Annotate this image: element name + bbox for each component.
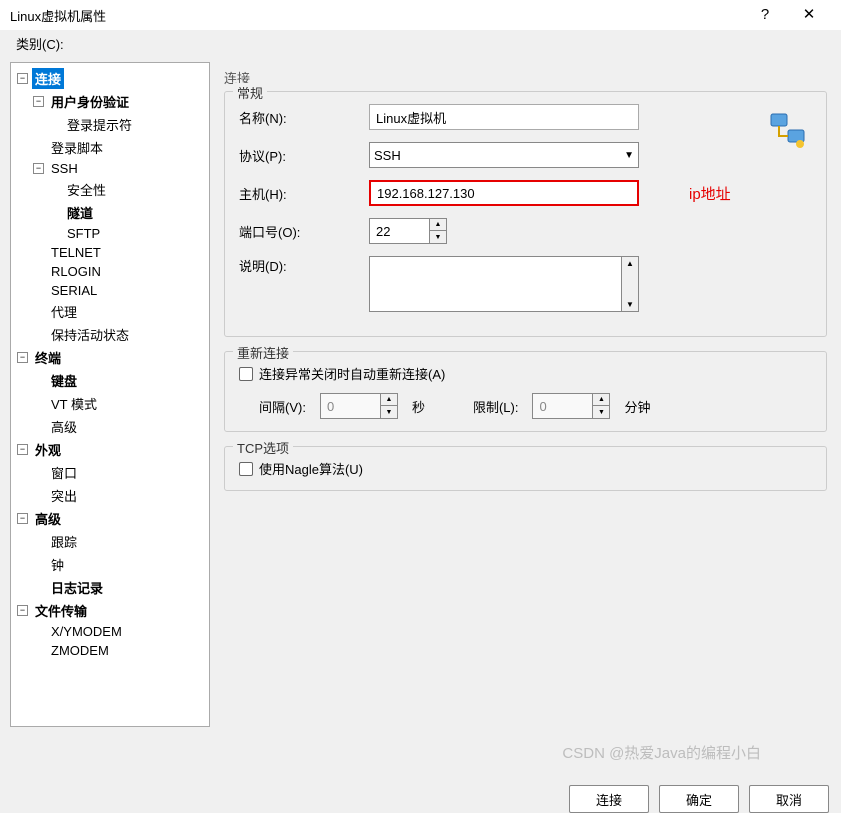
protocol-value: SSH bbox=[374, 148, 401, 163]
interval-spinner[interactable]: ▲▼ bbox=[320, 393, 398, 419]
scrollbar[interactable]: ▲▼ bbox=[621, 256, 639, 312]
general-group: 常规 名称(N): 协议(P): SSH ▼ 主机(H): ip地址 bbox=[224, 91, 827, 337]
cancel-button[interactable]: 取消 bbox=[749, 785, 829, 813]
tree-serial[interactable]: SERIAL bbox=[48, 282, 100, 299]
spin-up-icon[interactable]: ▲ bbox=[593, 394, 609, 406]
tree-zmodem[interactable]: ZMODEM bbox=[48, 642, 112, 659]
tree-xymodem[interactable]: X/YMODEM bbox=[48, 623, 125, 640]
auto-reconnect-checkbox[interactable] bbox=[239, 367, 253, 381]
interval-unit: 秒 bbox=[412, 397, 425, 416]
expander-icon[interactable]: − bbox=[17, 73, 28, 84]
spin-up-icon[interactable]: ▲ bbox=[430, 219, 446, 231]
tree-ssh[interactable]: SSH bbox=[48, 160, 81, 177]
port-label: 端口号(O): bbox=[239, 222, 369, 241]
desc-textarea[interactable] bbox=[369, 256, 621, 312]
limit-unit: 分钟 bbox=[624, 397, 650, 416]
help-button[interactable]: ? bbox=[743, 0, 787, 30]
nagle-label: 使用Nagle算法(U) bbox=[259, 459, 363, 478]
tree-telnet[interactable]: TELNET bbox=[48, 244, 104, 261]
tree-file-transfer[interactable]: 文件传输 bbox=[32, 600, 90, 621]
tree-logging[interactable]: 日志记录 bbox=[48, 577, 106, 598]
tree-user-auth[interactable]: 用户身份验证 bbox=[48, 91, 132, 112]
tcp-group: TCP选项 使用Nagle算法(U) bbox=[224, 446, 827, 491]
scroll-down-icon[interactable]: ▼ bbox=[622, 298, 638, 311]
expander-icon[interactable]: − bbox=[17, 444, 28, 455]
tree-terminal[interactable]: 终端 bbox=[32, 347, 64, 368]
limit-input[interactable] bbox=[532, 393, 592, 419]
desc-label: 说明(D): bbox=[239, 256, 369, 275]
host-input[interactable] bbox=[369, 180, 639, 206]
expander-icon[interactable]: − bbox=[17, 513, 28, 524]
tree-window[interactable]: 窗口 bbox=[48, 462, 80, 483]
tree-login-prompt[interactable]: 登录提示符 bbox=[64, 114, 135, 135]
tree-sftp[interactable]: SFTP bbox=[64, 225, 103, 242]
port-spinner[interactable]: ▲▼ bbox=[369, 218, 447, 244]
expander-icon[interactable]: − bbox=[33, 163, 44, 174]
close-button[interactable]: ✕ bbox=[787, 0, 831, 30]
tree-bell[interactable]: 钟 bbox=[48, 554, 67, 575]
expander-icon[interactable]: − bbox=[33, 96, 44, 107]
spin-down-icon[interactable]: ▼ bbox=[593, 406, 609, 418]
tree-keep-alive[interactable]: 保持活动状态 bbox=[48, 324, 132, 345]
spin-up-icon[interactable]: ▲ bbox=[381, 394, 397, 406]
tree-rlogin[interactable]: RLOGIN bbox=[48, 263, 104, 280]
limit-spinner[interactable]: ▲▼ bbox=[532, 393, 610, 419]
expander-icon[interactable]: − bbox=[17, 605, 28, 616]
spin-down-icon[interactable]: ▼ bbox=[430, 231, 446, 243]
name-input[interactable] bbox=[369, 104, 639, 130]
port-input[interactable] bbox=[369, 218, 429, 244]
network-icon bbox=[768, 110, 808, 153]
category-tree: −连接 −用户身份验证 登录提示符 登录脚本 −SSH 安全性 隧道 SFTP … bbox=[10, 62, 210, 727]
ip-annotation: ip地址 bbox=[689, 183, 731, 204]
category-label: 类别(C): bbox=[0, 30, 841, 57]
tree-advanced[interactable]: 高级 bbox=[32, 508, 64, 529]
tree-vt-mode[interactable]: VT 模式 bbox=[48, 393, 100, 414]
chevron-down-icon: ▼ bbox=[624, 150, 634, 161]
tree-tunnel[interactable]: 隧道 bbox=[64, 202, 96, 223]
name-label: 名称(N): bbox=[239, 108, 369, 127]
panel-header: 连接 bbox=[220, 62, 831, 91]
window-title: Linux虚拟机属性 bbox=[10, 6, 743, 25]
tree-appearance[interactable]: 外观 bbox=[32, 439, 64, 460]
auto-reconnect-label: 连接异常关闭时自动重新连接(A) bbox=[259, 364, 445, 383]
interval-input[interactable] bbox=[320, 393, 380, 419]
general-legend: 常规 bbox=[233, 83, 267, 102]
tree-connection[interactable]: 连接 bbox=[32, 68, 64, 89]
protocol-label: 协议(P): bbox=[239, 146, 369, 165]
tree-trace[interactable]: 跟踪 bbox=[48, 531, 80, 552]
tree-security[interactable]: 安全性 bbox=[64, 179, 109, 200]
dialog-footer: 连接 确定 取消 bbox=[0, 777, 841, 813]
tree-login-script[interactable]: 登录脚本 bbox=[48, 137, 106, 158]
reconnect-group: 重新连接 连接异常关闭时自动重新连接(A) 间隔(V): ▲▼ 秒 限制(L):… bbox=[224, 351, 827, 432]
title-bar: Linux虚拟机属性 ? ✕ bbox=[0, 0, 841, 30]
tree-highlight[interactable]: 突出 bbox=[48, 485, 80, 506]
ok-button[interactable]: 确定 bbox=[659, 785, 739, 813]
limit-label: 限制(L): bbox=[473, 397, 519, 416]
connect-button[interactable]: 连接 bbox=[569, 785, 649, 813]
host-label: 主机(H): bbox=[239, 184, 369, 203]
reconnect-legend: 重新连接 bbox=[233, 343, 293, 362]
expander-icon[interactable]: − bbox=[17, 352, 28, 363]
protocol-select[interactable]: SSH ▼ bbox=[369, 142, 639, 168]
nagle-checkbox[interactable] bbox=[239, 462, 253, 476]
tcp-legend: TCP选项 bbox=[233, 438, 293, 457]
spin-down-icon[interactable]: ▼ bbox=[381, 406, 397, 418]
interval-label: 间隔(V): bbox=[259, 397, 306, 416]
scroll-up-icon[interactable]: ▲ bbox=[622, 257, 638, 270]
tree-keyboard[interactable]: 键盘 bbox=[48, 370, 80, 391]
tree-advanced-t[interactable]: 高级 bbox=[48, 416, 80, 437]
tree-proxy[interactable]: 代理 bbox=[48, 301, 80, 322]
